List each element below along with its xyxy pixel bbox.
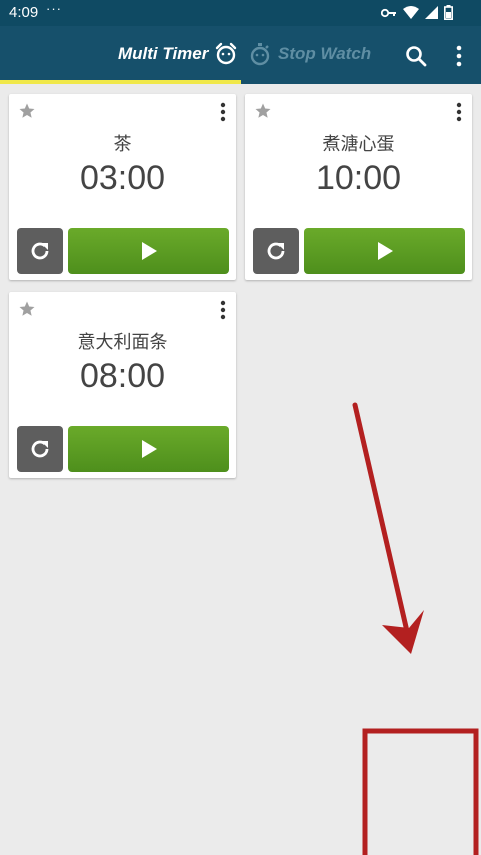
annotation-arrow [352,402,412,643]
annotation-overlay [352,402,479,855]
annotation-highlight-box [362,728,479,855]
